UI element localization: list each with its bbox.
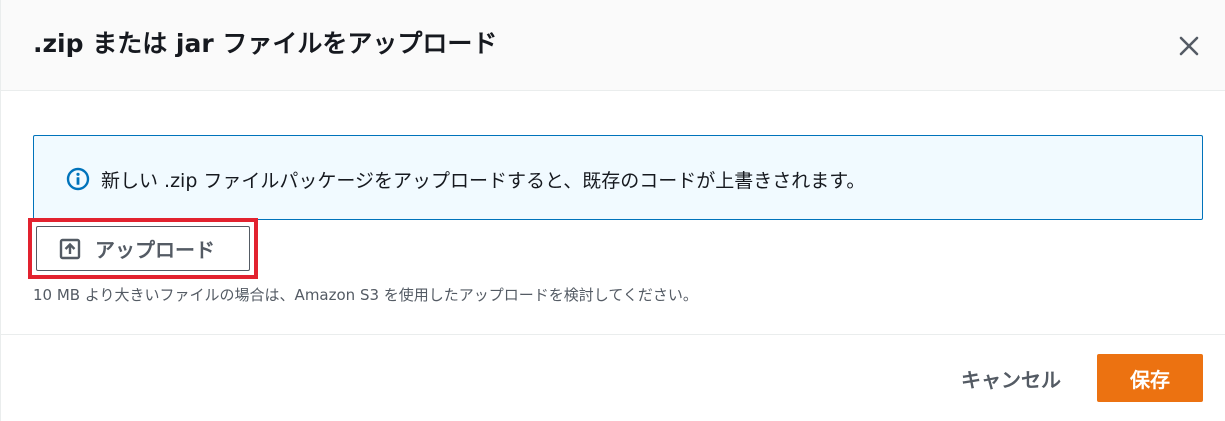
upload-icon: [59, 238, 81, 259]
close-button[interactable]: [1173, 30, 1205, 62]
cancel-button[interactable]: キャンセル: [941, 354, 1081, 402]
upload-dialog: .zip または jar ファイルをアップロード 新しい .zip ファイルパッ…: [0, 0, 1225, 421]
info-alert: 新しい .zip ファイルパッケージをアップロードすると、既存のコードが上書きさ…: [33, 135, 1203, 220]
footer-divider: [1, 334, 1225, 335]
close-icon: [1179, 36, 1199, 56]
upload-button[interactable]: アップロード: [36, 226, 250, 271]
save-button[interactable]: 保存: [1097, 354, 1203, 402]
dialog-header: .zip または jar ファイルをアップロード: [1, 0, 1225, 91]
upload-size-hint: 10 MB より大きいファイルの場合は、Amazon S3 を使用したアップロー…: [33, 286, 698, 304]
dialog-title: .zip または jar ファイルをアップロード: [33, 29, 498, 58]
info-icon: [66, 167, 90, 191]
info-message: 新しい .zip ファイルパッケージをアップロードすると、既存のコードが上書きさ…: [101, 170, 866, 192]
upload-button-label: アップロード: [95, 238, 215, 262]
